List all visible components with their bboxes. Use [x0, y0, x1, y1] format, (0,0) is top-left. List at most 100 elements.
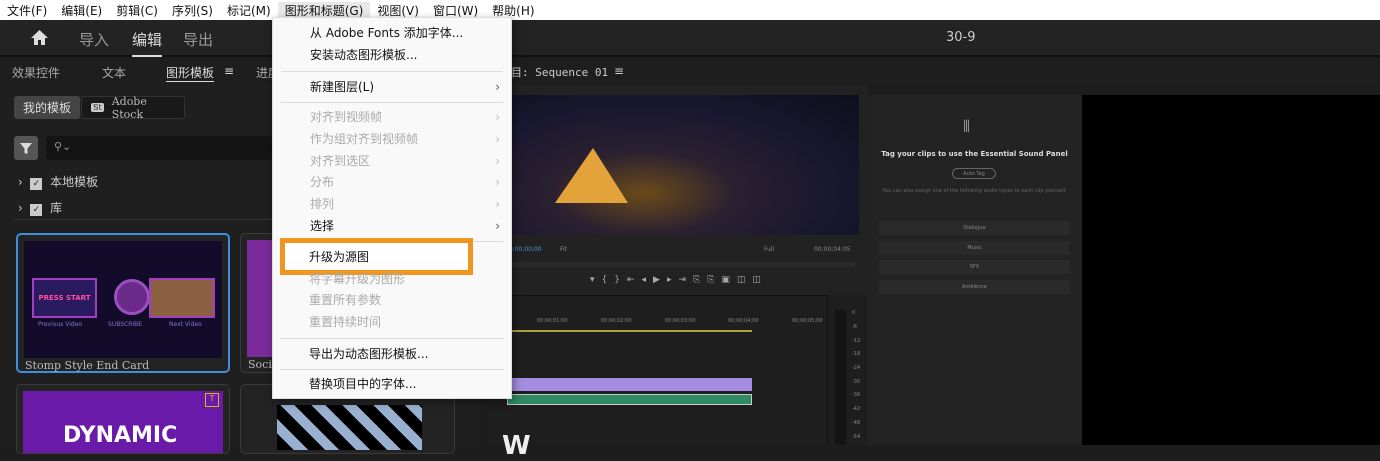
panel-menu-icon[interactable]: ≡ [224, 64, 234, 78]
menu-item-label: 排列 [310, 197, 335, 211]
meter-tick: -18 [852, 351, 861, 357]
tab-edit[interactable]: 编辑 [132, 29, 163, 57]
menu-edit[interactable]: 编辑(E) [54, 2, 109, 19]
menu-item-arrange[interactable]: 排列 › [310, 194, 500, 215]
tab-import[interactable]: 导入 [79, 29, 109, 50]
search-input[interactable]: ⚲⌄ [46, 136, 272, 160]
adobe-stock-label: Adobe Stock [111, 94, 147, 121]
menu-separator [281, 71, 503, 72]
menu-item-export-mogrt[interactable]: 导出为动态图形模板... [309, 344, 499, 365]
tree-item-library[interactable]: › ✓ 库 [18, 199, 62, 216]
menu-item-distribute[interactable]: 分布 › [310, 172, 500, 193]
filter-button[interactable] [14, 136, 38, 160]
sfx-button[interactable]: SFX [879, 260, 1070, 274]
chevron-right-icon: › [495, 197, 500, 211]
thumb-next-video [149, 278, 215, 318]
ruler-label: 00;00;03;00 [665, 318, 696, 324]
menu-graphics[interactable]: 图形和标题(G) [277, 1, 371, 19]
auto-tag-button[interactable]: Auto Tag [952, 168, 996, 179]
missing-font-icon: T [205, 393, 219, 407]
tab-text[interactable]: 文本 [102, 64, 126, 81]
dialogue-button[interactable]: Dialogue [879, 221, 1070, 235]
menu-bar: 文件(F) 编辑(E) 剪辑(C) 序列(S) 标记(M) 图形和标题(G) 视… [0, 0, 1380, 20]
tab-graphics-templates[interactable]: 图形模板 [166, 64, 215, 82]
checkbox[interactable]: ✓ [30, 204, 43, 216]
my-templates-button[interactable]: 我的模板 [14, 96, 81, 119]
template-card[interactable]: DYNAMIC T [16, 384, 230, 454]
program-menu-icon[interactable]: ≡ [614, 64, 624, 78]
filter-icon [20, 143, 32, 154]
empty-panel [1082, 95, 1380, 445]
thumb-text: DYNAMIC [63, 423, 178, 448]
template-card[interactable]: PRESS START Previous Video SUBSCRIBE Nex… [16, 233, 230, 373]
menu-markers[interactable]: 标记(M) [220, 2, 278, 19]
menu-item-add-fonts[interactable]: 从 Adobe Fonts 添加字体... [310, 23, 500, 44]
checkbox[interactable]: ✓ [30, 178, 43, 190]
ambience-button[interactable]: Ambience [879, 280, 1070, 294]
meter-tick: -12 [852, 338, 861, 344]
essential-sound-panel: ⦀ Tag your clips to use the Essential So… [867, 95, 1082, 445]
project-title: 30-9 [946, 30, 976, 45]
template-thumbnail [277, 405, 422, 450]
tree-label: 本地模板 [50, 175, 99, 189]
fit-dropdown[interactable]: Fit [560, 246, 567, 253]
tab-export[interactable]: 导出 [183, 29, 213, 50]
thumb-text: SUBSCRIBE [108, 321, 143, 328]
chevron-right-icon: › [495, 154, 500, 168]
tab-effect-controls[interactable]: 效果控件 [12, 64, 60, 81]
menu-item-label: 新建图层(L) [310, 80, 375, 94]
quality-dropdown[interactable]: Full [764, 246, 774, 253]
meter-tick: 0 [852, 310, 856, 316]
menu-item-align-to-selection[interactable]: 对齐到选区 › [310, 151, 500, 172]
audio-meter [827, 295, 867, 445]
menu-item-align-to-frame[interactable]: 对齐到视频帧 › [310, 107, 500, 128]
preview-fragment: W [502, 431, 531, 461]
meter-tick: -48 [852, 420, 861, 426]
music-button[interactable]: Music [879, 241, 1070, 255]
tree-label: 库 [50, 201, 63, 215]
meter-tick: -42 [852, 406, 861, 412]
subscribe-logo [114, 279, 150, 315]
template-label: Stomp Style End Card [25, 359, 150, 372]
sound-title: Tag your clips to use the Essential Soun… [881, 150, 1068, 158]
work-area-bar[interactable] [512, 330, 752, 332]
template-thumbnail: PRESS START Previous Video SUBSCRIBE Nex… [24, 241, 222, 358]
menu-item-new-layer[interactable]: 新建图层(L) › [310, 77, 500, 98]
thumb-text: Previous Video [38, 321, 83, 328]
menu-clip[interactable]: 剪辑(C) [109, 2, 165, 19]
menu-item-select[interactable]: 选择 › [310, 216, 500, 237]
meter-tick: -24 [852, 365, 861, 371]
chevron-right-icon: › [495, 175, 500, 189]
chevron-right-icon: › [495, 80, 500, 94]
adobe-stock-button[interactable]: St Adobe Stock [81, 94, 185, 121]
home-icon[interactable] [30, 29, 49, 46]
meter-tick: -30 [852, 379, 861, 385]
menu-item-label: 安装动态图形模板... [310, 48, 418, 62]
meter-tick: -36 [852, 392, 861, 398]
timecode-duration: 00;00;04;05 [814, 246, 851, 253]
menu-file[interactable]: 文件(F) [0, 2, 54, 19]
menu-window[interactable]: 窗口(W) [426, 2, 485, 19]
menu-item-label: 分布 [310, 175, 335, 189]
meter-tick: -6 [852, 324, 857, 330]
menu-item-label: 选择 [310, 219, 335, 233]
tab-program-monitor[interactable]: 节目: Sequence 01 [500, 64, 608, 80]
menu-item-align-group-to-frame[interactable]: 作为组对齐到视频帧 › [310, 129, 500, 150]
menu-sequence[interactable]: 序列(S) [165, 2, 220, 19]
audio-clip[interactable] [507, 394, 752, 405]
menu-item-install-mogrt[interactable]: 安装动态图形模板... [310, 45, 500, 66]
timeline-panel: 00;00;01;00 00;00;02;00 00;00;03;00 00;0… [487, 295, 827, 461]
menu-item-upgrade-to-source-graphic[interactable]: 升级为源图 [309, 247, 499, 268]
menu-item-label: 从 Adobe Fonts 添加字体... [310, 26, 464, 40]
menu-item-label: 导出为动态图形模板... [309, 347, 429, 361]
tree-item-local[interactable]: › ✓ 本地模板 [18, 173, 98, 190]
ruler-label: 00;00;01;00 [537, 318, 568, 324]
stock-icon: St [91, 103, 104, 112]
chevron-right-icon: › [495, 219, 500, 233]
menu-help[interactable]: 帮助(H) [485, 2, 541, 19]
menu-view[interactable]: 视图(V) [370, 2, 426, 19]
video-clip[interactable] [507, 378, 752, 391]
transport-controls[interactable]: ▾{}⇤◂▶▸⇥⎘⎘▣◫◫ [590, 275, 768, 285]
monitor-scrubber[interactable] [500, 262, 855, 267]
menu-item-replace-fonts[interactable]: 替换项目中的字体... [309, 374, 499, 395]
